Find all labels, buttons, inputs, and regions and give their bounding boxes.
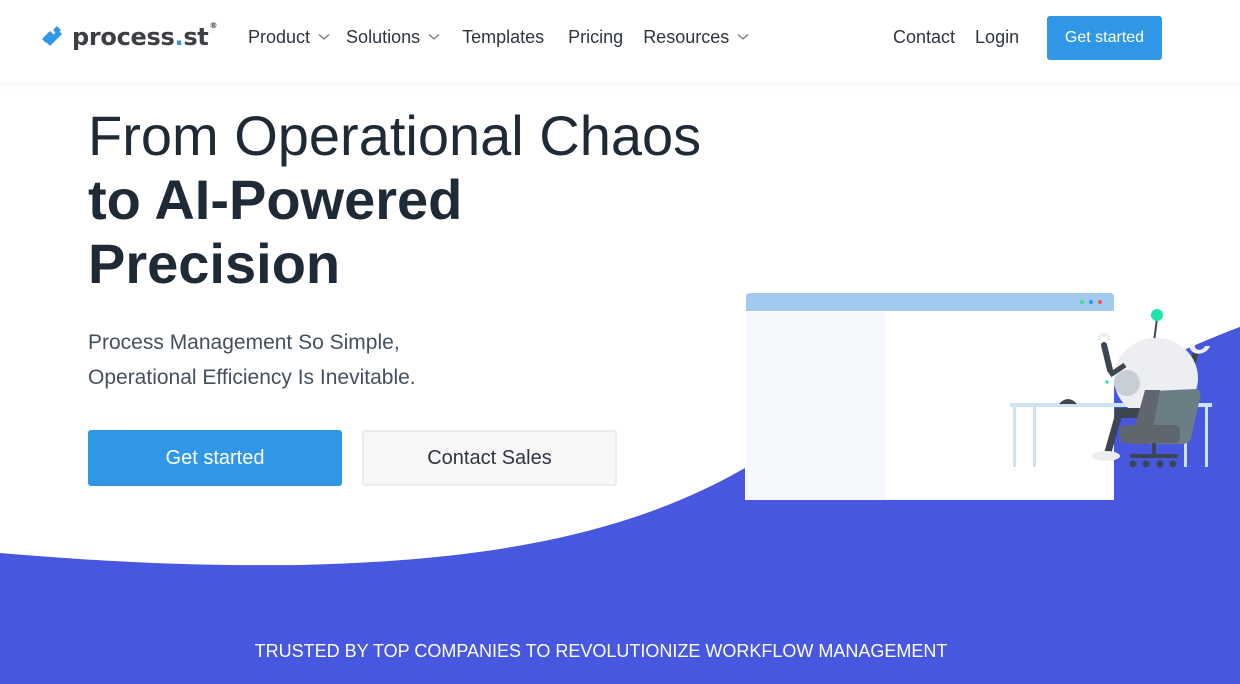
hero-title-line-2: to AI-Powered	[88, 168, 463, 231]
hero-title-line-3: Precision	[88, 232, 341, 295]
logo-wordmark: process.st®	[72, 21, 218, 51]
nav-item-product[interactable]: Product	[248, 27, 330, 48]
window-dot-green	[1080, 300, 1084, 304]
hero-get-started-button[interactable]: Get started	[88, 430, 342, 486]
login-link[interactable]: Login	[975, 27, 1019, 48]
hero-subtitle-line-1: Process Management So Simple,	[88, 331, 400, 354]
contact-link[interactable]: Contact	[893, 27, 955, 48]
nav-item-label: Resources	[643, 27, 730, 47]
secondary-nav: Contact Login	[893, 27, 1019, 48]
logo-link[interactable]: process.st®	[40, 21, 218, 52]
main-nav: Product Solutions Templates Pricing Reso…	[248, 27, 749, 48]
chevron-down-icon	[428, 33, 440, 43]
nav-item-label: Pricing	[568, 27, 624, 47]
window-dot-red	[1098, 300, 1102, 304]
window-dot-blue	[1089, 300, 1093, 304]
hero-title: From Operational Chaos to AI-Powered Pre…	[88, 104, 748, 296]
nav-item-label: Templates	[462, 27, 545, 47]
hero-subtitle: Process Management So Simple, Operationa…	[88, 325, 416, 395]
logo-icon	[40, 22, 66, 52]
contact-sales-button[interactable]: Contact Sales	[362, 430, 617, 486]
hero-title-line-1: From Operational Chaos	[88, 104, 702, 167]
hero-subtitle-line-2: Operational Efficiency Is Inevitable.	[88, 366, 416, 389]
nav-item-label: Solutions	[346, 27, 421, 47]
chevron-down-icon	[318, 33, 330, 43]
browser-window-graphic	[746, 293, 1114, 500]
header-get-started-button[interactable]: Get started	[1047, 16, 1162, 60]
nav-item-templates[interactable]: Templates	[462, 27, 544, 48]
nav-item-label: Product	[248, 27, 311, 47]
trusted-by-heading: TRUSTED BY TOP COMPANIES TO REVOLUTIONIZ…	[254, 641, 948, 661]
site-header: process.st® Product Solutions Templates …	[0, 0, 1240, 82]
nav-item-pricing[interactable]: Pricing	[568, 27, 623, 48]
nav-item-solutions[interactable]: Solutions	[346, 27, 440, 48]
nav-item-resources[interactable]: Resources	[643, 27, 749, 48]
chevron-down-icon	[737, 33, 749, 43]
